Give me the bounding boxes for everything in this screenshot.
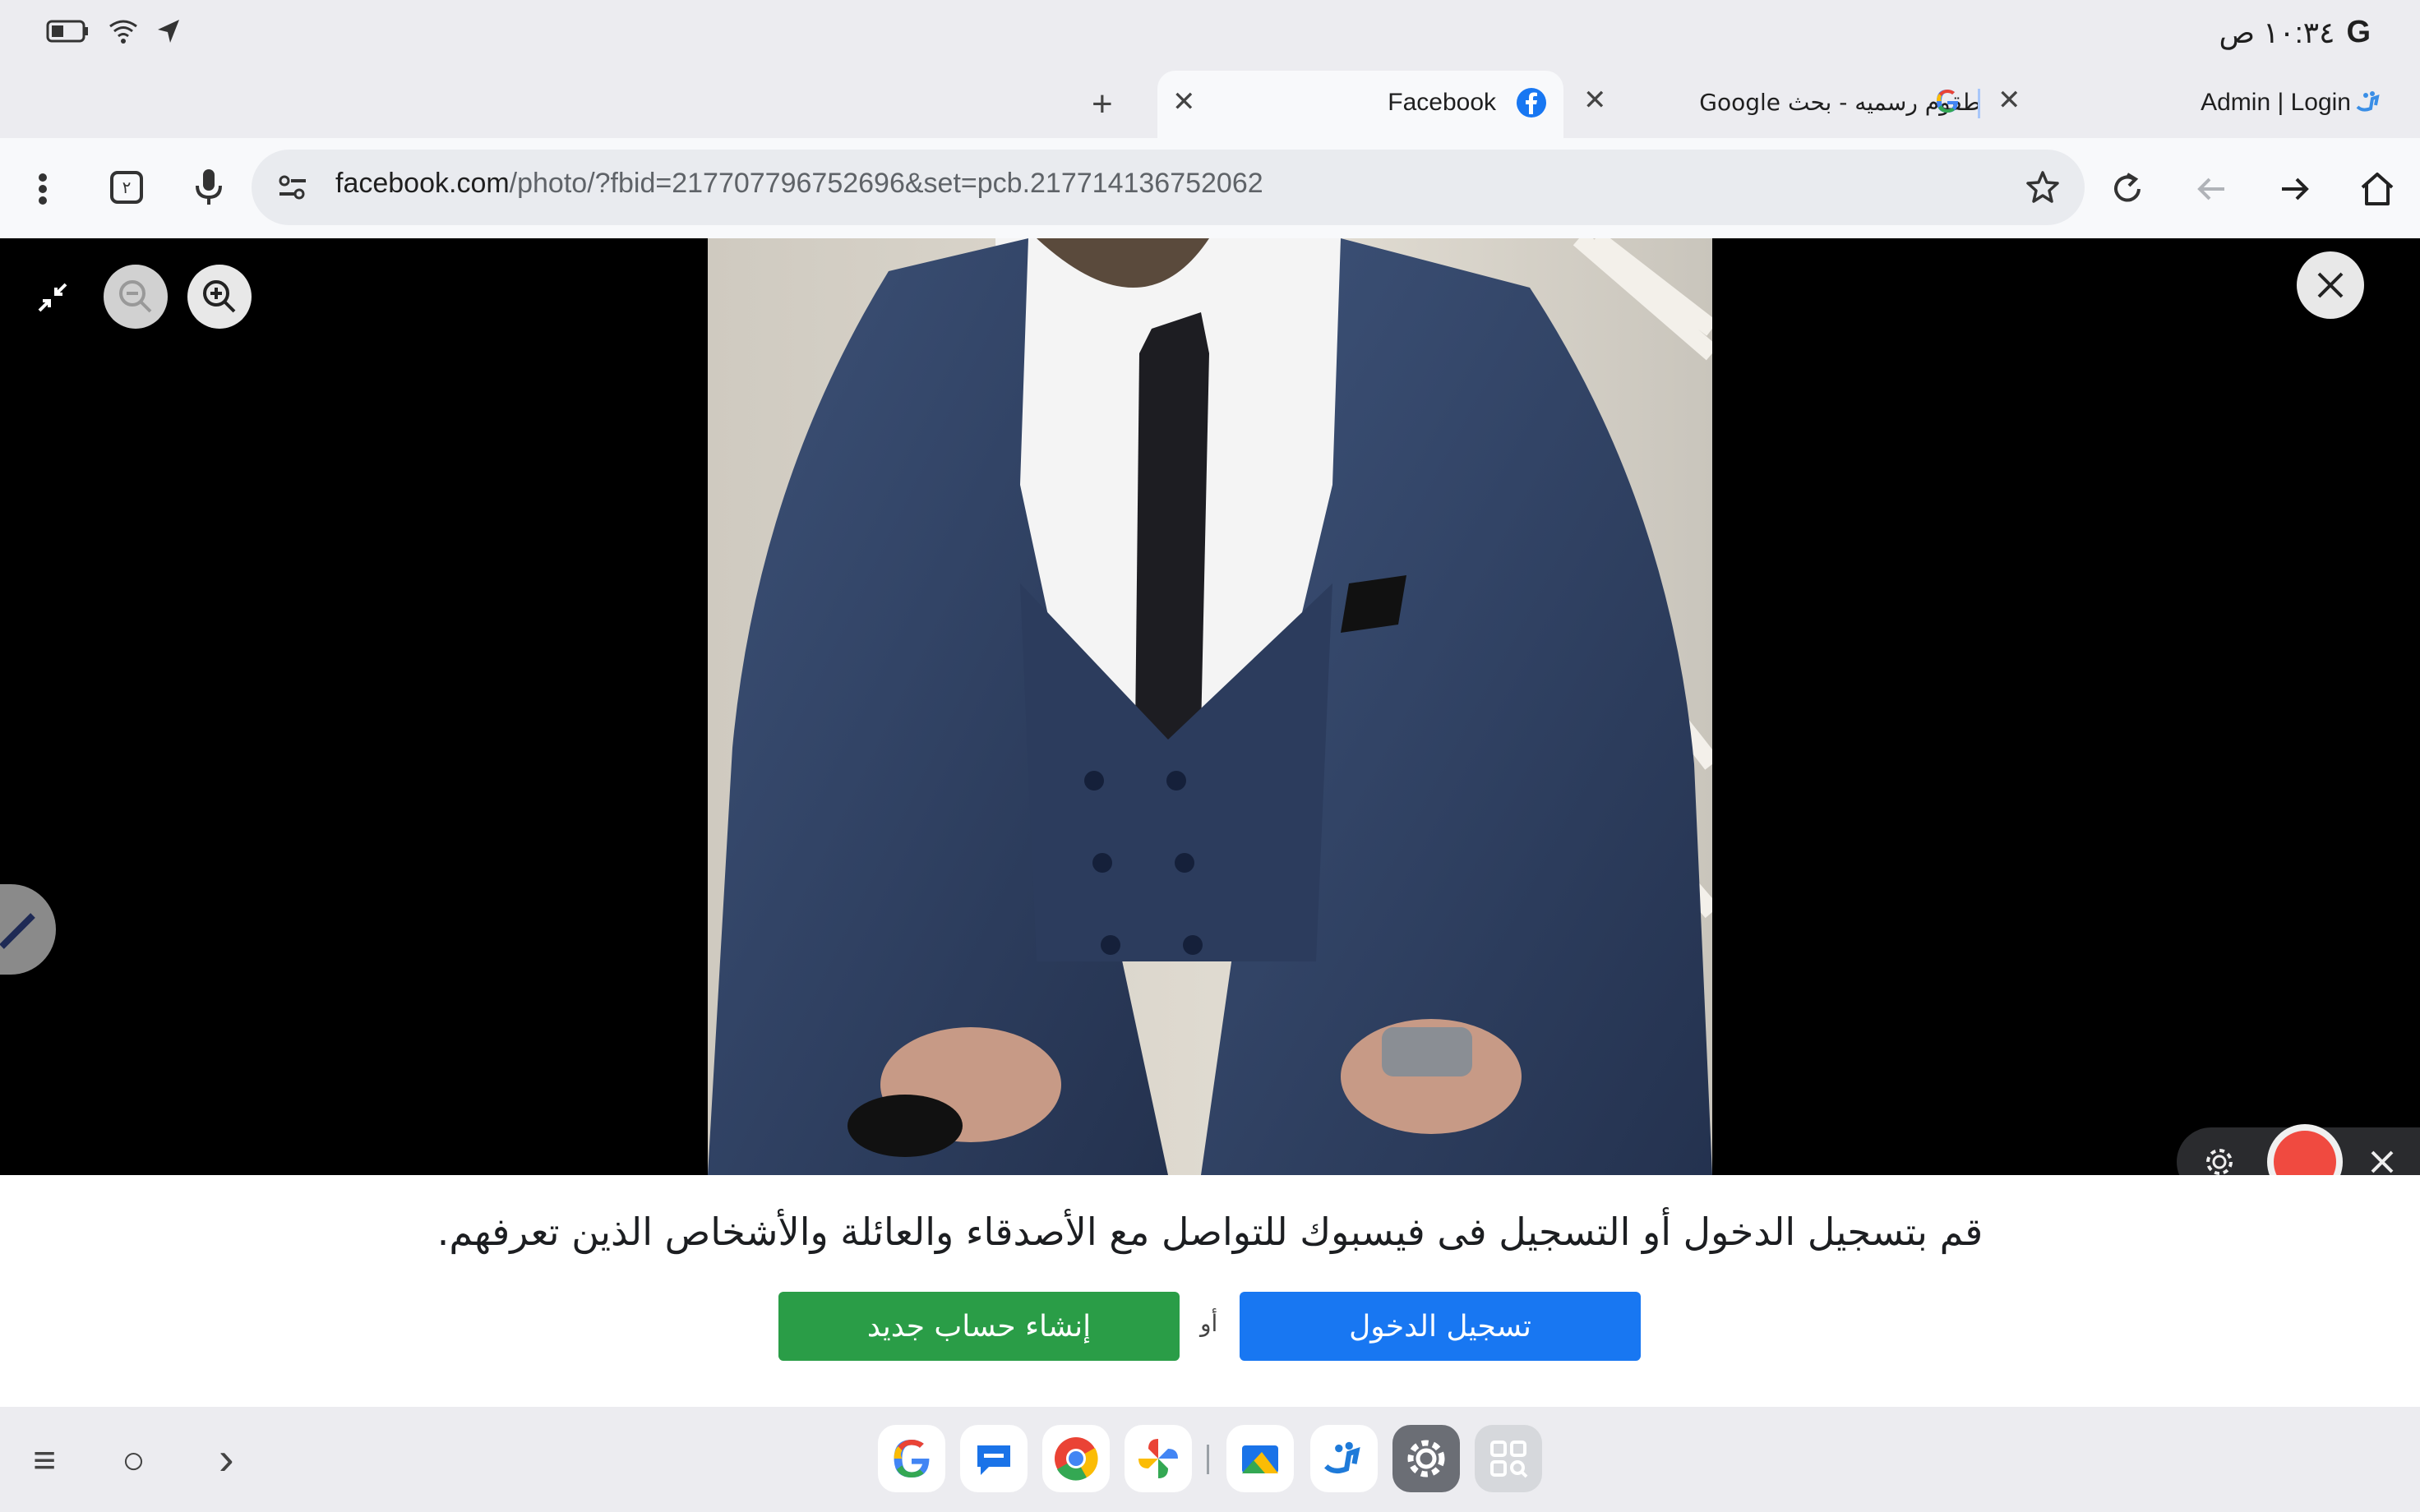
tab-strip: + ✕ Facebook ✕ طقوم رسميه - بحث Google ✕… (0, 71, 2420, 138)
status-bar: ١٠:٣٤ ص G (0, 0, 2420, 71)
status-time: ١٠:٣٤ ص (2219, 15, 2335, 49)
tab-admin-login[interactable]: Admin | Login (2137, 71, 2384, 138)
tab-count: ٢ (122, 178, 132, 197)
settings-app-icon[interactable] (1392, 1425, 1460, 1492)
tab-title-admin: Admin | Login (2201, 89, 2351, 116)
url-host: facebook.com (335, 168, 510, 199)
tab-close-facebook[interactable]: ✕ (1172, 85, 1196, 118)
menu-dots-icon[interactable] (21, 168, 64, 210)
zoom-in-button[interactable] (187, 265, 252, 329)
suit-photo (708, 238, 1712, 1175)
browser-toolbar: ٢ facebook.com/photo/?fbid=2177077967526… (0, 138, 2420, 238)
recents-nav-button[interactable]: ≡ (33, 1438, 56, 1483)
login-prompt-text: قم بتسجيل الدخول أو التسجيل فى فيسبوك لل… (436, 1210, 1984, 1254)
login-button[interactable]: تسجيل الدخول (1240, 1292, 1641, 1361)
microphone-icon[interactable] (187, 166, 230, 209)
google-g-icon (1933, 87, 1961, 119)
zoom-out-button[interactable] (104, 265, 168, 329)
location-arrow-icon (156, 18, 181, 48)
address-bar[interactable]: facebook.com/photo/?fbid=217707796752696… (252, 150, 2085, 225)
edit-pen-button[interactable] (0, 884, 56, 975)
reload-icon[interactable] (2106, 168, 2149, 210)
login-banner: قم بتسجيل الدخول أو التسجيل فى فيسبوك لل… (0, 1175, 2420, 1407)
zoom-in-icon (203, 280, 236, 313)
pen-icon (0, 913, 35, 949)
photo-viewer (0, 238, 2420, 1200)
close-icon (2317, 272, 2344, 298)
back-nav-button[interactable]: › (219, 1431, 234, 1485)
files-app-icon[interactable] (1226, 1425, 1294, 1492)
messages-app-icon[interactable] (960, 1425, 1028, 1492)
tqm-app-icon[interactable] (1310, 1425, 1378, 1492)
battery-icon (46, 18, 90, 48)
url-path: /photo/?fbid=217707796752696&set=pcb.217… (509, 168, 1263, 199)
new-tab-button[interactable]: + (1092, 84, 1113, 125)
home-nav-button[interactable]: ○ (122, 1438, 145, 1483)
close-viewer-button[interactable] (2297, 251, 2364, 319)
wifi-icon (109, 18, 138, 48)
tab-close-google[interactable]: ✕ (1583, 84, 1607, 117)
tab-google-search[interactable]: طقوم رسميه - بحث Google (1636, 71, 1981, 138)
forward-arrow-icon[interactable] (2274, 168, 2316, 210)
photos-app-icon[interactable] (1125, 1425, 1192, 1492)
tab-switcher-button[interactable]: ٢ (105, 166, 148, 209)
tab-close-admin[interactable]: ✕ (1997, 84, 2021, 117)
google-app-icon[interactable] (878, 1425, 945, 1492)
taskbar: ≡ ○ › (0, 1407, 2420, 1512)
tab-facebook[interactable]: ✕ Facebook (1157, 71, 1563, 138)
zoom-out-icon (119, 280, 152, 313)
site-settings-icon[interactable] (276, 171, 309, 208)
app-grid-icon[interactable] (1475, 1425, 1542, 1492)
facebook-icon (1516, 87, 1547, 125)
site-logo-icon (2354, 87, 2384, 123)
home-icon[interactable] (2356, 168, 2399, 210)
google-status-icon: G (2346, 15, 2371, 49)
back-arrow-icon[interactable] (2190, 168, 2233, 210)
tab-title-facebook: Facebook (1388, 89, 1496, 116)
exit-fullscreen-icon[interactable] (36, 281, 69, 318)
create-account-button[interactable]: إنشاء حساب جديد (778, 1292, 1180, 1361)
tab-separator (1978, 89, 1980, 118)
url-text[interactable]: facebook.com/photo/?fbid=217707796752696… (335, 168, 1263, 200)
dock-separator (1207, 1445, 1209, 1474)
bookmark-star-icon[interactable] (2025, 169, 2060, 208)
chrome-app-icon[interactable] (1042, 1425, 1110, 1492)
or-label: أو (1200, 1310, 1218, 1337)
